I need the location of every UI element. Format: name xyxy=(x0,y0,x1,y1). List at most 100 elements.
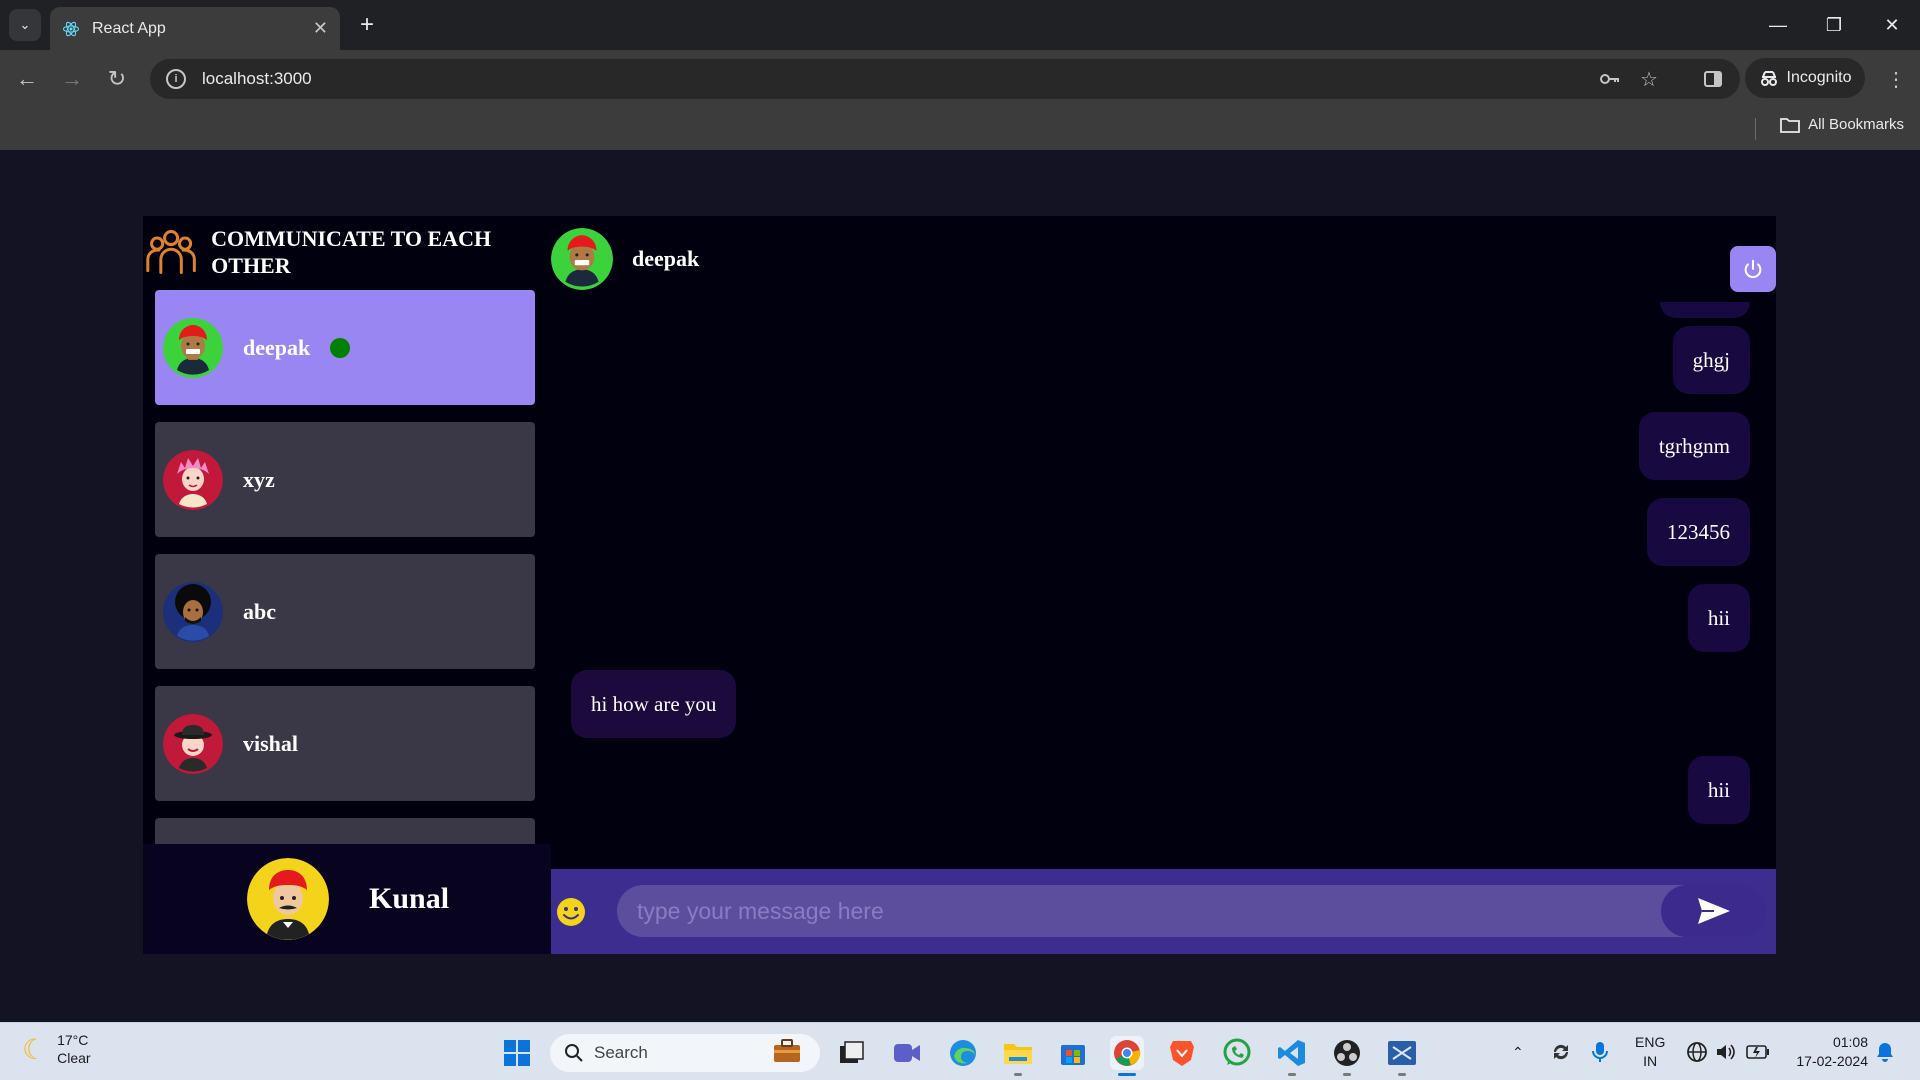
contact-name: deepak xyxy=(243,334,311,360)
arrow-left-icon: ← xyxy=(16,66,38,91)
react-icon xyxy=(62,21,80,36)
brand-header: COMMUNICATE TO EACH OTHER xyxy=(143,216,551,288)
system-clock[interactable]: 01:08 17-02-2024 xyxy=(1796,1033,1868,1071)
brave-icon[interactable] xyxy=(1165,1036,1199,1070)
star-icon[interactable]: ☆ xyxy=(1640,59,1658,99)
briefcase-icon[interactable] xyxy=(770,1034,804,1068)
tab-title: React App xyxy=(92,19,166,37)
contact-name: vishal xyxy=(243,730,299,756)
browser-titlebar: ⌄ React App ✕ + — ❐ ✕ xyxy=(0,0,1920,50)
message-text: tgrhgnm xyxy=(1658,433,1730,458)
chrome-icon[interactable] xyxy=(1110,1036,1144,1070)
obs-icon[interactable] xyxy=(1330,1036,1364,1070)
url-text: localhost:3000 xyxy=(202,69,312,88)
browser-toolbar: ← → ↻ i localhost:3000 ☆ ⋮ xyxy=(0,50,1920,108)
message-bubble: hi how are you xyxy=(571,670,737,738)
moon-icon: ☾ xyxy=(22,1033,48,1065)
message-bubble-partial xyxy=(1660,302,1750,318)
current-user-panel: Kunal xyxy=(143,844,551,954)
incognito-label: Incognito xyxy=(1786,69,1852,86)
message-bubble: 123456 xyxy=(1647,498,1750,566)
current-user-name: Kunal xyxy=(369,882,450,915)
bookmarks-separator xyxy=(1755,118,1756,140)
running-indicator xyxy=(1014,1073,1022,1076)
key-icon[interactable] xyxy=(1598,59,1622,99)
message-input[interactable] xyxy=(617,885,1767,937)
messages-area[interactable]: ghgj tgrhgnm 123456 hii hi how are you h… xyxy=(551,302,1776,1080)
new-tab-button[interactable]: + xyxy=(352,10,382,40)
logout-button[interactable] xyxy=(1730,246,1776,292)
task-view-icon[interactable] xyxy=(834,1036,868,1070)
send-button[interactable] xyxy=(1661,885,1767,937)
windows-start-icon[interactable] xyxy=(500,1036,534,1070)
running-indicator xyxy=(1343,1073,1351,1076)
incognito-badge[interactable]: Incognito xyxy=(1745,58,1865,98)
info-icon[interactable]: i xyxy=(166,69,186,89)
battery-icon[interactable] xyxy=(1746,1023,1770,1080)
meet-icon[interactable] xyxy=(890,1036,924,1070)
contact-item-partial[interactable] xyxy=(155,818,535,845)
file-explorer-icon[interactable] xyxy=(1001,1036,1035,1070)
language-code: ENG xyxy=(1635,1034,1666,1050)
active-indicator xyxy=(1118,1073,1136,1076)
browser-tab[interactable]: React App ✕ xyxy=(50,7,340,50)
store-icon[interactable] xyxy=(1056,1036,1090,1070)
arrow-right-icon: → xyxy=(61,66,83,91)
message-text: hi how are you xyxy=(591,691,717,716)
address-bar[interactable]: i localhost:3000 xyxy=(150,59,1740,99)
forward-button[interactable]: → xyxy=(55,62,89,96)
edge-browser-icon[interactable] xyxy=(946,1036,980,1070)
snipping-tool-icon[interactable] xyxy=(1385,1036,1419,1070)
send-icon xyxy=(1698,898,1730,924)
search-icon xyxy=(565,1044,583,1062)
notification-bell-icon[interactable] xyxy=(1876,1023,1894,1080)
close-window-button[interactable]: ✕ xyxy=(1864,0,1920,50)
avatar xyxy=(163,713,223,774)
emoji-picker-icon[interactable] xyxy=(555,896,587,928)
tab-search-button[interactable]: ⌄ xyxy=(9,9,41,41)
all-bookmarks-label: All Bookmarks xyxy=(1808,116,1904,133)
weather-widget[interactable]: ☾ 17°C Clear xyxy=(22,1031,91,1067)
message-text: 123456 xyxy=(1667,519,1730,544)
whatsapp-icon[interactable] xyxy=(1220,1036,1254,1070)
minimize-button[interactable]: — xyxy=(1750,0,1806,50)
folder-icon xyxy=(1780,117,1801,133)
contacts-list[interactable]: deepak xyz abc vishal xyxy=(155,290,537,845)
chat-panel: deepak ghgj tgrhgnm 123456 hii hi how ar… xyxy=(551,216,1776,954)
network-globe-icon[interactable] xyxy=(1686,1023,1708,1080)
microphone-icon[interactable] xyxy=(1592,1023,1608,1080)
users-group-icon xyxy=(146,230,196,274)
avatar xyxy=(163,317,223,378)
clock-time: 01:08 xyxy=(1832,1034,1868,1050)
side-panel-icon[interactable] xyxy=(1703,59,1723,99)
restore-button[interactable]: ❐ xyxy=(1806,0,1862,50)
all-bookmarks-button[interactable]: All Bookmarks xyxy=(1780,116,1904,133)
message-text: hii xyxy=(1707,605,1730,630)
contact-item-abc[interactable]: abc xyxy=(155,554,535,669)
chat-app-container: COMMUNICATE TO EACH OTHER deepak xyz abc… xyxy=(143,216,1776,954)
message-bubble: hii xyxy=(1687,756,1750,824)
clock-date: 17-02-2024 xyxy=(1796,1053,1868,1069)
tab-close-icon[interactable]: ✕ xyxy=(313,18,328,39)
show-hidden-icons[interactable]: ⌃ xyxy=(1512,1023,1524,1080)
chevron-up-icon: ⌃ xyxy=(1512,1043,1524,1060)
contact-item-deepak[interactable]: deepak xyxy=(155,290,535,405)
reload-button[interactable]: ↻ xyxy=(100,62,134,96)
more-menu-icon[interactable]: ⋮ xyxy=(1886,59,1906,99)
online-status-dot xyxy=(330,337,351,358)
vscode-icon[interactable] xyxy=(1275,1036,1309,1070)
brand-title: COMMUNICATE TO EACH OTHER xyxy=(211,226,492,278)
message-text: hii xyxy=(1707,777,1730,802)
chat-header-name: deepak xyxy=(632,246,700,271)
message-bubble: tgrhgnm xyxy=(1638,412,1750,480)
language-indicator[interactable]: ENG IN xyxy=(1635,1033,1665,1071)
running-indicator xyxy=(1288,1073,1296,1076)
message-text: ghgj xyxy=(1692,347,1730,372)
volume-icon[interactable] xyxy=(1715,1023,1737,1080)
sync-icon[interactable] xyxy=(1550,1023,1572,1080)
contact-item-vishal[interactable]: vishal xyxy=(155,686,535,801)
contact-item-xyz[interactable]: xyz xyxy=(155,422,535,537)
message-input-bar xyxy=(551,869,1776,954)
back-button[interactable]: ← xyxy=(10,62,44,96)
incognito-icon xyxy=(1760,71,1777,86)
